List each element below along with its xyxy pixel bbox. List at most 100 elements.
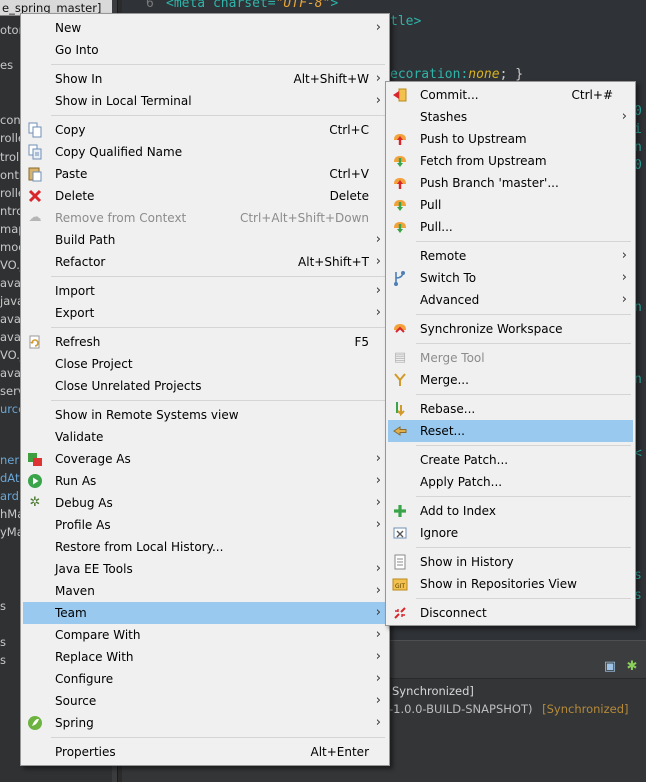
team-item-rebase[interactable]: Rebase... [388, 398, 633, 420]
menu-item-copy-qualified-name[interactable]: Copy Qualified Name [23, 141, 387, 163]
merge-icon [392, 372, 408, 388]
layout-icon[interactable]: ▣ [602, 659, 618, 675]
menu-item-copy[interactable]: Copy Ctrl+C [23, 119, 387, 141]
explorer-tree-item[interactable]: s [0, 596, 6, 616]
team-item-stashes[interactable]: Stashes › [388, 106, 633, 128]
submenu-arrow-icon: › [375, 671, 381, 686]
menu-item-maven[interactable]: Maven › [23, 580, 387, 602]
menu-item-label: Pull... [420, 220, 453, 234]
menu-item-profile-as[interactable]: Profile As › [23, 514, 387, 536]
menu-item-source[interactable]: Source › [23, 690, 387, 712]
menu-item-properties[interactable]: Properties Alt+Enter [23, 741, 387, 763]
menu-item-label: Commit... [420, 88, 479, 102]
menu-item-label: Show In [55, 72, 103, 86]
menu-item-label: Build Path [55, 233, 116, 247]
menu-item-label: Java EE Tools [55, 562, 133, 576]
menu-item-export[interactable]: Export › [23, 302, 387, 324]
team-item-disconnect[interactable]: Disconnect [388, 602, 633, 624]
add-index-icon [392, 503, 408, 519]
team-item-create-patch[interactable]: Create Patch... [388, 449, 633, 471]
explorer-tree-item[interactable]: es [0, 55, 13, 75]
menu-item-coverage-as[interactable]: Coverage As › [23, 448, 387, 470]
console-server-name: r-1.0.0-BUILD-SNAPSHOT) [385, 702, 533, 716]
menu-item-new[interactable]: New › [23, 17, 387, 39]
team-item-show-in-repositories[interactable]: GIT Show in Repositories View [388, 573, 633, 595]
explorer-tree-item[interactable]: ardI [0, 486, 22, 506]
menu-item-label: Show in Repositories View [420, 577, 577, 591]
menu-item-close-unrelated-projects[interactable]: Close Unrelated Projects [23, 375, 387, 397]
team-item-pull-dialog[interactable]: Pull... [388, 216, 633, 238]
menu-item-build-path[interactable]: Build Path › [23, 229, 387, 251]
explorer-tree-item[interactable]: ner [0, 450, 19, 470]
menu-separator [416, 314, 631, 315]
team-item-show-in-history[interactable]: Show in History [388, 551, 633, 573]
menu-separator [416, 547, 631, 548]
team-item-commit[interactable]: Commit... Ctrl+# [388, 84, 633, 106]
menu-item-label: Disconnect [420, 606, 487, 620]
menu-item-run-as[interactable]: Run As › [23, 470, 387, 492]
menu-item-java-ee-tools[interactable]: Java EE Tools › [23, 558, 387, 580]
menu-item-label: Synchronize Workspace [420, 322, 563, 336]
menu-item-import[interactable]: Import › [23, 280, 387, 302]
team-item-reset[interactable]: Reset... [388, 420, 633, 442]
submenu-arrow-icon: › [621, 292, 627, 307]
menu-item-delete[interactable]: Delete Delete [23, 185, 387, 207]
menu-item-restore-history[interactable]: Restore from Local History... [23, 536, 387, 558]
team-item-apply-patch[interactable]: Apply Patch... [388, 471, 633, 493]
menu-item-close-project[interactable]: Close Project [23, 353, 387, 375]
team-item-fetch-upstream[interactable]: Fetch from Upstream [388, 150, 633, 172]
menu-item-remote-systems[interactable]: Show in Remote Systems view [23, 404, 387, 426]
team-item-switch-to[interactable]: Switch To › [388, 267, 633, 289]
menu-item-team[interactable]: Team › [23, 602, 387, 624]
menu-shortcut: Ctrl+V [329, 167, 369, 181]
menu-item-label: Profile As [55, 518, 111, 532]
menu-item-show-in-terminal[interactable]: Show in Local Terminal › [23, 90, 387, 112]
team-item-pull[interactable]: Pull [388, 194, 633, 216]
menu-item-spring[interactable]: Spring › [23, 712, 387, 734]
bug-icon[interactable]: ✱ [624, 659, 640, 675]
team-item-push-branch[interactable]: Push Branch 'master'... [388, 172, 633, 194]
menu-item-label: Close Project [55, 357, 133, 371]
menu-item-compare-with[interactable]: Compare With › [23, 624, 387, 646]
explorer-tree-item[interactable]: ava [0, 327, 21, 347]
code-value: none [468, 67, 500, 82]
submenu-arrow-icon: › [621, 109, 627, 124]
merge-tool-icon: ▤ [393, 350, 407, 365]
delete-icon [27, 188, 43, 204]
team-item-merge[interactable]: Merge... [388, 369, 633, 391]
team-item-synchronize[interactable]: Synchronize Workspace [388, 318, 633, 340]
menu-item-configure[interactable]: Configure › [23, 668, 387, 690]
menu-item-label: Replace With [55, 650, 134, 664]
menu-item-paste[interactable]: Paste Ctrl+V [23, 163, 387, 185]
menu-item-label: Spring [55, 716, 94, 730]
menu-item-show-in[interactable]: Show In Alt+Shift+W › [23, 68, 387, 90]
team-item-push-upstream[interactable]: Push to Upstream [388, 128, 633, 150]
team-item-ignore[interactable]: Ignore [388, 522, 633, 544]
menu-shortcut: Ctrl+C [329, 123, 369, 137]
menu-item-label: Paste [55, 167, 88, 181]
explorer-tree-item[interactable]: s [0, 632, 6, 652]
menu-item-label: Create Patch... [420, 453, 509, 467]
disconnect-icon [392, 605, 408, 621]
menu-item-label: Merge... [420, 373, 469, 387]
menu-item-replace-with[interactable]: Replace With › [23, 646, 387, 668]
menu-item-label: Close Unrelated Projects [55, 379, 202, 393]
team-item-advanced[interactable]: Advanced › [388, 289, 633, 311]
explorer-tree-item[interactable]: ava [0, 309, 21, 329]
explorer-tree-item[interactable]: s [0, 650, 6, 670]
menu-item-label: Add to Index [420, 504, 496, 518]
explorer-tree-item[interactable]: ava [0, 363, 21, 383]
menu-item-validate[interactable]: Validate [23, 426, 387, 448]
explorer-tree-item[interactable]: con [0, 110, 21, 130]
console-server-line: r-1.0.0-BUILD-SNAPSHOT) [Synchronized] [385, 702, 629, 716]
explorer-tree-item[interactable]: ava [0, 273, 21, 293]
menu-item-refresh[interactable]: Refresh F5 [23, 331, 387, 353]
menu-item-go-into[interactable]: Go Into [23, 39, 387, 61]
menu-item-debug-as[interactable]: ✲ Debug As › [23, 492, 387, 514]
menu-item-refactor[interactable]: Refactor Alt+Shift+T › [23, 251, 387, 273]
code-property: ecoration: [390, 67, 469, 82]
refresh-icon [27, 334, 43, 350]
menu-item-label: Reset... [420, 424, 465, 438]
team-item-remote[interactable]: Remote › [388, 245, 633, 267]
team-item-add-to-index[interactable]: Add to Index [388, 500, 633, 522]
